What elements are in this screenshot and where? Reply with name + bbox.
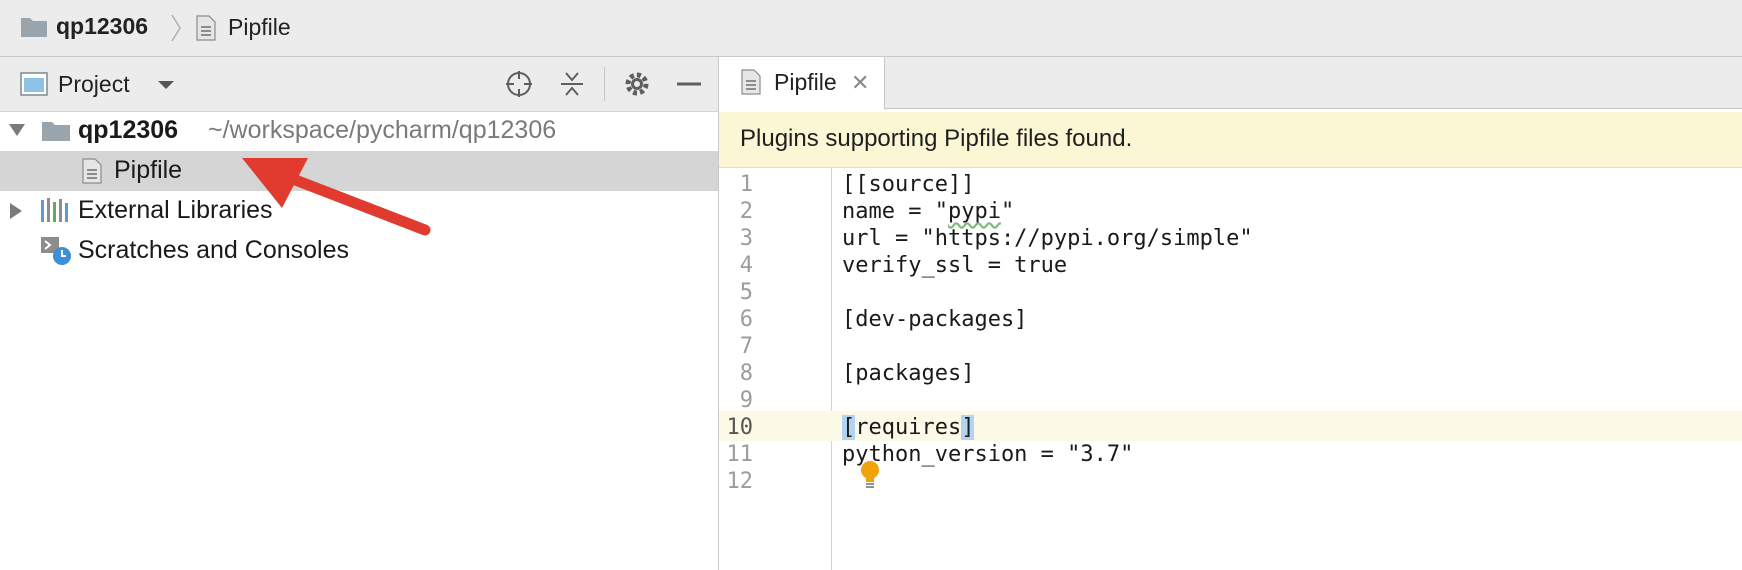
line-number: 4 — [739, 253, 753, 278]
line-text: python_version = "3.7" — [842, 442, 1134, 467]
code-line: 7 — [719, 330, 1742, 360]
file-icon — [82, 158, 102, 184]
file-icon — [741, 69, 761, 95]
code-line: 8 [packages] — [719, 357, 1742, 387]
editor: Pipfile ✕ Plugins supporting Pipfile fil… — [719, 57, 1742, 570]
project-view-icon — [20, 72, 48, 96]
tree-item-project-root[interactable]: qp12306 ~/workspace/pycharm/qp12306 — [0, 111, 718, 151]
text-segment: requires — [855, 415, 962, 440]
breadcrumb-file[interactable]: Pipfile — [228, 14, 291, 41]
code-line: 9 — [719, 384, 1742, 414]
close-icon[interactable]: ✕ — [851, 72, 869, 94]
line-text: [dev-packages] — [842, 307, 1028, 332]
line-text: url = "https://pypi.org/simple" — [842, 226, 1253, 251]
tree-item-label: qp12306 — [78, 116, 179, 144]
gear-icon[interactable] — [622, 69, 652, 99]
line-number: 6 — [739, 307, 753, 332]
project-tool-window: Project qp12306 ~/workspace/pycharm/qp12… — [0, 57, 719, 570]
lightbulb-icon[interactable] — [859, 460, 881, 490]
line-number: 5 — [739, 280, 753, 305]
code-line: 5 — [719, 276, 1742, 306]
tree-item-label: Pipfile — [114, 156, 183, 184]
project-view-selector[interactable]: Project — [58, 71, 130, 98]
code-line: 2 name = "pypi" — [719, 195, 1742, 225]
text-segment: " — [1000, 199, 1015, 224]
navigation-bar: qp12306 Pipfile — [0, 0, 1742, 57]
annotation-arrow — [242, 158, 431, 236]
line-number: 11 — [726, 442, 754, 467]
chevron-down-icon[interactable] — [157, 80, 175, 90]
code-line-current: 10 [requires] — [719, 411, 1742, 441]
project-panel-header: Project — [0, 57, 718, 112]
line-text: name = "pypi" — [842, 199, 1014, 224]
tab-label: Pipfile — [774, 69, 837, 95]
line-number: 7 — [739, 334, 753, 359]
code-line: 6 [dev-packages] — [719, 303, 1742, 333]
line-text: [[source]] — [842, 172, 975, 197]
line-number: 12 — [726, 469, 754, 494]
matched-bracket: ] — [961, 415, 975, 440]
hide-panel-icon[interactable] — [674, 69, 704, 99]
breadcrumb-separator-icon — [171, 14, 181, 42]
breadcrumb-project[interactable]: qp12306 — [56, 13, 148, 40]
matched-bracket: [ — [842, 415, 856, 440]
code-area[interactable]: 1 [[source]] 2 name = "pypi" 3 url = "ht… — [719, 168, 1742, 570]
library-icon — [41, 198, 68, 222]
line-text: [packages] — [842, 361, 975, 386]
folder-icon — [21, 18, 47, 37]
tree-item-label: Scratches and Consoles — [78, 236, 349, 264]
collapse-all-icon[interactable] — [557, 69, 587, 99]
expand-arrow-right-icon[interactable] — [9, 202, 23, 220]
code-line: 1 [[source]] — [719, 168, 1742, 198]
code-line: 3 url = "https://pypi.org/simple" — [719, 222, 1742, 252]
locate-file-icon[interactable] — [504, 69, 534, 99]
plugin-notification-banner: Plugins supporting Pipfile files found. — [719, 112, 1742, 168]
code-line: 4 verify_ssl = true — [719, 249, 1742, 279]
line-number: 3 — [739, 226, 753, 251]
tab-pipfile[interactable]: Pipfile ✕ — [719, 57, 885, 111]
toolbar-divider — [604, 67, 605, 101]
spellcheck-word: pypi — [947, 199, 1001, 224]
line-number: 8 — [739, 361, 753, 386]
notification-text: Plugins supporting Pipfile files found. — [740, 125, 1133, 152]
line-number: 1 — [739, 172, 753, 197]
line-number: 2 — [739, 199, 753, 224]
line-text: [requires] — [842, 415, 975, 440]
tree-item-path: ~/workspace/pycharm/qp12306 — [208, 116, 557, 144]
line-text: verify_ssl = true — [842, 253, 1068, 278]
line-number: 10 — [726, 415, 754, 440]
line-number: 9 — [739, 388, 753, 413]
editor-tab-bar: Pipfile ✕ — [719, 57, 1742, 111]
text-segment: name = " — [842, 199, 948, 224]
file-icon — [196, 15, 216, 41]
folder-icon — [42, 122, 70, 141]
expand-arrow-down-icon[interactable] — [8, 123, 26, 137]
scratches-icon — [41, 237, 71, 265]
